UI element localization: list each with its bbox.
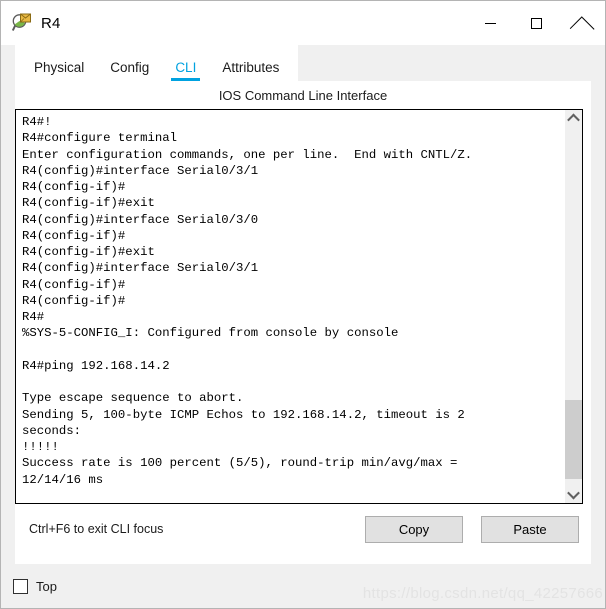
- scroll-down-button[interactable]: [565, 486, 582, 503]
- minimize-button[interactable]: [467, 1, 513, 45]
- chevron-up-icon: [567, 113, 580, 127]
- panel-heading: IOS Command Line Interface: [218, 88, 388, 103]
- console-output[interactable]: R4#! R4#configure terminal Enter configu…: [16, 110, 564, 503]
- window-title: R4: [41, 14, 61, 32]
- maximize-button[interactable]: [513, 1, 559, 45]
- console-text-content: R4#! R4#configure terminal Enter configu…: [22, 115, 473, 487]
- top-checkbox-label: Top: [36, 578, 57, 594]
- packet-tracer-device-icon: [11, 12, 33, 34]
- tab-strip-container: Physical Config CLI Attributes: [1, 45, 605, 81]
- paste-button[interactable]: Paste: [481, 516, 579, 543]
- device-config-window: R4 Physical Config CLI Attributes IOS Co…: [0, 0, 606, 609]
- close-button[interactable]: [559, 1, 605, 45]
- action-buttons: Copy Paste: [365, 516, 581, 543]
- tab-cli[interactable]: CLI: [162, 60, 209, 82]
- console-box[interactable]: R4#! R4#configure terminal Enter configu…: [15, 109, 583, 504]
- bottom-bar: Top https://blog.csdn.net/qq_42257666: [1, 564, 605, 608]
- tab-config[interactable]: Config: [97, 60, 162, 82]
- cli-focus-hint: Ctrl+F6 to exit CLI focus: [29, 522, 164, 536]
- window-controls: [467, 1, 605, 45]
- console-wrapper: R4#! R4#configure terminal Enter configu…: [15, 109, 583, 504]
- scroll-up-button[interactable]: [565, 110, 582, 127]
- console-scrollbar[interactable]: [564, 110, 582, 503]
- scrollbar-track[interactable]: [565, 127, 582, 486]
- top-checkbox-row[interactable]: Top: [13, 578, 57, 594]
- chevron-down-icon: [567, 486, 580, 500]
- close-icon: [576, 17, 589, 30]
- watermark: https://blog.csdn.net/qq_42257666: [362, 585, 603, 602]
- copy-button[interactable]: Copy: [365, 516, 463, 543]
- tab-strip: Physical Config CLI Attributes: [15, 45, 299, 82]
- title-bar: R4: [1, 1, 605, 45]
- tab-attributes[interactable]: Attributes: [209, 60, 292, 82]
- scrollbar-thumb[interactable]: [565, 399, 582, 479]
- panel-footer: Ctrl+F6 to exit CLI focus Copy Paste: [15, 504, 591, 564]
- top-checkbox[interactable]: [13, 578, 28, 594]
- minimize-icon: [484, 22, 496, 24]
- tab-physical[interactable]: Physical: [21, 60, 97, 82]
- maximize-icon: [530, 17, 542, 29]
- cli-panel: IOS Command Line Interface R4#! R4#confi…: [15, 81, 591, 564]
